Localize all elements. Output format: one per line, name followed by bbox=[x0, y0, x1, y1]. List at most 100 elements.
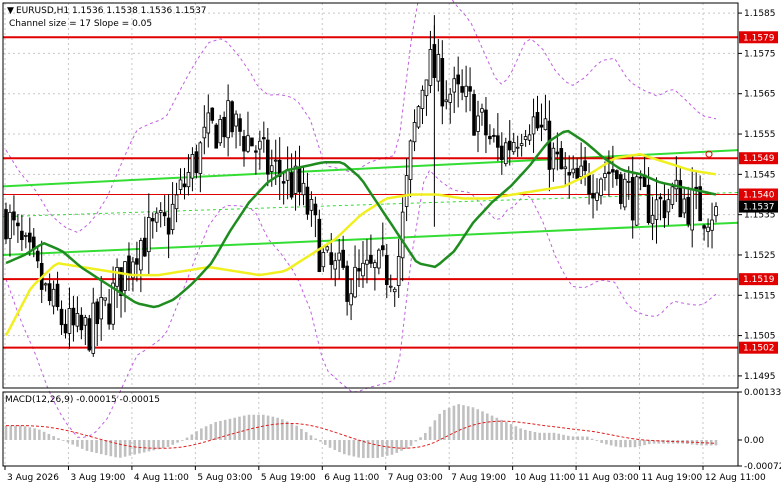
candle-body bbox=[404, 175, 409, 207]
macd-bar bbox=[609, 440, 613, 446]
candle-body bbox=[381, 245, 385, 251]
candle-body bbox=[456, 74, 460, 85]
candle-body bbox=[440, 58, 445, 107]
candle-body bbox=[468, 86, 472, 92]
macd-bar bbox=[552, 432, 556, 441]
macd-bar bbox=[533, 431, 537, 441]
candle-body bbox=[174, 194, 179, 210]
macd-bar bbox=[271, 416, 275, 441]
macd-bar bbox=[266, 415, 270, 441]
candle-body bbox=[587, 173, 591, 195]
candle-body bbox=[575, 167, 579, 179]
macd-bar bbox=[524, 429, 527, 441]
symbol-dropdown-icon[interactable]: ▼ bbox=[7, 6, 14, 16]
macd-bar bbox=[457, 404, 460, 441]
candle-body bbox=[595, 192, 599, 201]
candle-body bbox=[230, 101, 234, 133]
candle-body bbox=[186, 172, 191, 188]
macd-bar bbox=[395, 440, 399, 453]
candle-body bbox=[611, 169, 615, 173]
candle-body bbox=[690, 188, 695, 231]
macd-bar bbox=[47, 433, 51, 441]
candle-body bbox=[607, 171, 611, 174]
candle-body bbox=[67, 308, 72, 334]
candle-body bbox=[254, 150, 258, 153]
candle-body bbox=[400, 211, 405, 259]
macd-bar bbox=[71, 440, 75, 445]
macd-bar bbox=[4, 425, 8, 441]
y-tick-label: 1.1585 bbox=[744, 9, 776, 19]
candle-body bbox=[99, 297, 103, 320]
candle-body bbox=[194, 151, 199, 174]
candle-body bbox=[615, 170, 619, 180]
candle-body bbox=[250, 137, 254, 147]
macd-bar bbox=[638, 440, 642, 447]
y-tick-label: 1.1545 bbox=[744, 170, 776, 180]
macd-bar bbox=[667, 440, 670, 444]
candle-body bbox=[43, 283, 48, 286]
candle-body bbox=[535, 112, 540, 129]
candle-body bbox=[670, 186, 675, 205]
macd-bar bbox=[285, 421, 289, 441]
candle-body bbox=[476, 115, 480, 132]
candle-body bbox=[269, 165, 274, 172]
macd-bar bbox=[581, 436, 584, 441]
candle-body bbox=[424, 79, 429, 97]
candle-body bbox=[51, 288, 56, 307]
candle-body bbox=[591, 192, 595, 199]
macd-bar bbox=[452, 405, 456, 441]
macd-bar bbox=[100, 440, 103, 455]
macd-bar bbox=[357, 440, 360, 458]
macd-bar bbox=[57, 438, 60, 441]
candle-body bbox=[396, 256, 401, 286]
candle-body bbox=[472, 94, 476, 136]
candle-body bbox=[166, 217, 171, 235]
candle-body bbox=[706, 226, 710, 232]
macd-bar bbox=[543, 432, 546, 441]
macd-bar bbox=[185, 437, 189, 441]
candle-body bbox=[682, 198, 687, 214]
candle-body bbox=[444, 99, 449, 103]
candle-body bbox=[464, 85, 468, 97]
candle-body bbox=[55, 283, 60, 308]
candle-body bbox=[626, 180, 631, 183]
candle-body bbox=[297, 166, 302, 193]
macd-bar bbox=[514, 426, 518, 441]
candle-body bbox=[551, 147, 556, 170]
macd-bar bbox=[28, 427, 32, 441]
candle-body bbox=[507, 140, 512, 151]
candle-body bbox=[531, 116, 536, 135]
candle-body bbox=[27, 232, 32, 243]
macd-bar bbox=[295, 425, 298, 441]
macd-bar bbox=[176, 440, 179, 443]
macd-bar bbox=[471, 407, 475, 441]
macd-bar bbox=[628, 440, 632, 448]
macd-bar bbox=[161, 440, 165, 449]
macd-bar bbox=[438, 413, 441, 441]
macd-bar bbox=[433, 420, 437, 441]
candle-body bbox=[309, 199, 314, 211]
macd-bar bbox=[95, 440, 98, 454]
candle-body bbox=[337, 252, 341, 261]
candle-body bbox=[686, 196, 691, 225]
candle-body bbox=[388, 285, 393, 288]
candle-body bbox=[480, 108, 484, 113]
candle-body bbox=[103, 297, 107, 301]
macd-bar bbox=[576, 436, 580, 441]
candle-body bbox=[511, 142, 516, 153]
macd-bar bbox=[123, 440, 127, 457]
candle-body bbox=[95, 301, 100, 325]
candle-body bbox=[603, 173, 607, 178]
macd-bar bbox=[61, 440, 65, 441]
candle-body bbox=[226, 100, 230, 139]
macd-bar bbox=[309, 435, 313, 441]
candle-body bbox=[305, 186, 310, 215]
macd-bar bbox=[381, 440, 384, 457]
candle-body bbox=[543, 118, 548, 131]
candle-body bbox=[650, 214, 655, 225]
macd-bar bbox=[595, 440, 599, 441]
macd-bar bbox=[485, 413, 489, 441]
x-tick-label: 5 Aug 03:00 bbox=[197, 473, 252, 483]
candle-body bbox=[123, 261, 127, 291]
candle-body bbox=[190, 154, 195, 179]
